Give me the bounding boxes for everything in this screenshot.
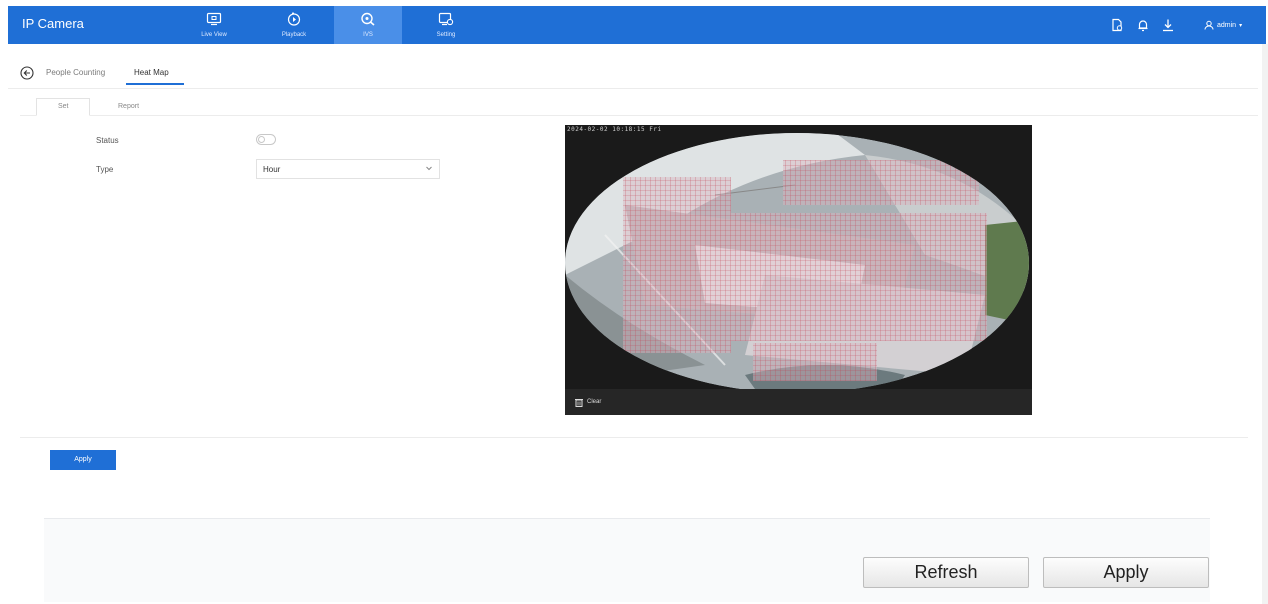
nav-label: Playback bbox=[281, 32, 307, 38]
monitor-icon bbox=[206, 12, 222, 26]
video-timestamp: 2024-02-02 10:18:15 Fri bbox=[567, 126, 662, 133]
download-icon[interactable] bbox=[1161, 18, 1175, 32]
trash-icon bbox=[575, 398, 583, 407]
ivs-icon bbox=[361, 12, 375, 26]
form-divider bbox=[20, 437, 1248, 438]
file-icon[interactable] bbox=[1110, 18, 1124, 32]
nav-label: Live View bbox=[201, 32, 227, 38]
subtab-divider bbox=[20, 115, 1258, 116]
toggle-knob bbox=[258, 136, 265, 143]
user-icon bbox=[1204, 20, 1214, 30]
nav-setting[interactable]: Setting bbox=[412, 6, 480, 44]
user-menu[interactable]: admin ▾ bbox=[1204, 18, 1242, 32]
app-title: IP Camera bbox=[22, 16, 84, 31]
breadcrumb-active-indicator bbox=[126, 83, 184, 85]
top-bar: IP Camera Live View Playback IVS Setting… bbox=[8, 6, 1266, 44]
scrollbar-track[interactable] bbox=[1262, 44, 1268, 604]
video-toolbar: Clear bbox=[565, 389, 1032, 415]
nav-ivs[interactable]: IVS bbox=[334, 6, 402, 44]
video-preview[interactable]: 2024-02-02 10:18:15 Fri Clear bbox=[565, 125, 1032, 415]
breadcrumb-divider bbox=[8, 88, 1258, 89]
refresh-button[interactable]: Refresh bbox=[863, 557, 1029, 588]
caret-down-icon: ▾ bbox=[1239, 22, 1243, 29]
back-arrow-icon[interactable] bbox=[20, 66, 34, 80]
nav-label: Setting bbox=[436, 32, 456, 38]
breadcrumb-heat-map[interactable]: Heat Map bbox=[134, 68, 169, 77]
user-name: admin bbox=[1217, 21, 1237, 29]
nav-label: IVS bbox=[363, 32, 373, 38]
nav-playback[interactable]: Playback bbox=[260, 6, 328, 44]
clear-label: Clear bbox=[587, 399, 602, 405]
playback-icon bbox=[287, 12, 301, 26]
type-label: Type bbox=[96, 165, 114, 174]
nav-live-view[interactable]: Live View bbox=[180, 6, 248, 44]
chevron-down-icon bbox=[426, 166, 432, 171]
tab-report[interactable]: Report bbox=[118, 103, 139, 110]
status-toggle[interactable] bbox=[256, 134, 276, 145]
apply-button[interactable]: Apply bbox=[50, 450, 116, 470]
footer-panel bbox=[44, 518, 1210, 602]
tab-set[interactable]: Set bbox=[58, 103, 69, 110]
footer-apply-button[interactable]: Apply bbox=[1043, 557, 1209, 588]
fisheye-scene bbox=[565, 125, 1032, 389]
bell-icon[interactable] bbox=[1136, 18, 1150, 32]
type-select[interactable]: Hour bbox=[256, 159, 440, 179]
clear-button[interactable]: Clear bbox=[575, 397, 601, 407]
type-select-value: Hour bbox=[263, 165, 281, 174]
breadcrumb-people-counting[interactable]: People Counting bbox=[46, 68, 105, 77]
status-label: Status bbox=[96, 136, 119, 145]
app-root: IP Camera Live View Playback IVS Setting… bbox=[0, 0, 1268, 604]
setting-icon bbox=[438, 12, 454, 26]
